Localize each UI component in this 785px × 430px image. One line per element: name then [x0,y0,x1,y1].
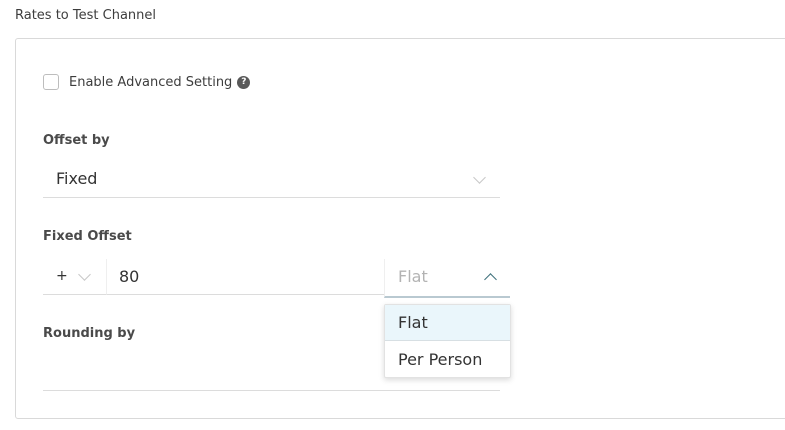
offset-sign-select[interactable]: + [43,259,106,295]
offset-sign-value: + [56,268,68,284]
dropdown-option-per-person[interactable]: Per Person [385,341,510,377]
offset-type-value: Flat [398,267,428,286]
offset-by-select[interactable]: Fixed [43,163,500,198]
advanced-setting-label[interactable]: Enable Advanced Setting [69,75,232,90]
offset-amount-input[interactable]: 80 [106,259,384,295]
rounding-by-label: Rounding by [43,326,136,341]
section-title: Rates to Test Channel [15,8,157,23]
offset-by-label: Offset by [43,133,110,148]
offset-type-dropdown: Flat Per Person [384,304,511,378]
advanced-setting-checkbox[interactable] [43,74,59,90]
advanced-setting-row: Enable Advanced Setting ? [43,74,251,90]
help-icon[interactable]: ? [237,75,251,89]
chevron-up-icon[interactable] [484,273,497,286]
dropdown-option-flat[interactable]: Flat [385,305,510,341]
offset-by-value: Fixed [56,169,98,188]
chevron-down-icon [78,268,91,281]
chevron-down-icon [473,171,486,184]
offset-type-select[interactable]: Flat [384,259,510,298]
offset-amount-value: 80 [119,267,140,286]
fixed-offset-label: Fixed Offset [43,229,132,244]
rounding-by-select[interactable] [43,390,500,391]
